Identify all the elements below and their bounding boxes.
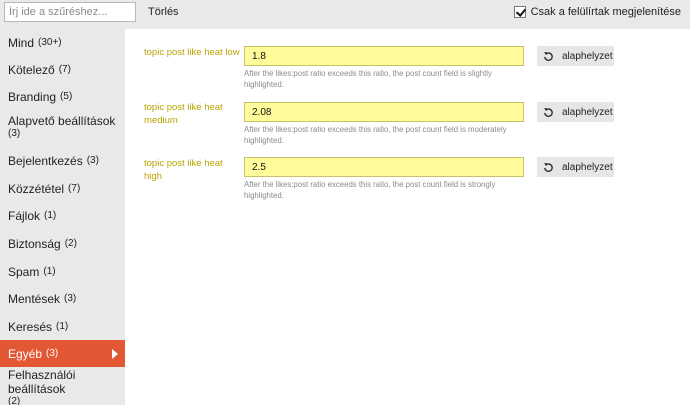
reset-label: alaphelyzet (562, 106, 613, 118)
sidebar-item-search[interactable]: Keresés (1) (0, 313, 125, 340)
undo-icon (544, 107, 553, 117)
only-overridden-label: Csak a felülírtak megjelenítése (530, 6, 681, 18)
sidebar-item-count: (7) (68, 183, 81, 194)
setting-value-input[interactable]: 2.5 (244, 157, 524, 177)
sidebar-item-spam[interactable]: Spam (1) (0, 258, 125, 285)
sidebar-item-all[interactable]: Mind (30+) (0, 29, 125, 56)
only-overridden-toggle[interactable]: Csak a felülírtak megjelenítése (513, 6, 681, 18)
sidebar-item-label: Biztonság (8, 236, 61, 251)
reset-label: alaphelyzet (562, 50, 613, 62)
sidebar-item-label: Kötelező (8, 62, 55, 77)
setting-description: After the likes:post ratio exceeds this … (244, 180, 496, 200)
only-overridden-checkbox[interactable] (513, 6, 526, 18)
sidebar-item-label: Keresés (8, 319, 53, 334)
sidebar-item-security[interactable]: Biztonság (2) (0, 230, 125, 257)
sidebar-item-user-preferences[interactable]: Felhasználói beállítások (2) (0, 368, 125, 405)
setting-value: 2.08 (252, 106, 272, 118)
sidebar-item-label: Bejelentkezés (8, 153, 83, 168)
sidebar-item-files[interactable]: Fájlok (1) (0, 202, 125, 229)
sidebar-item-other[interactable]: Egyéb (3) (0, 340, 125, 367)
setting-description: After the likes:post ratio exceeds this … (244, 69, 492, 89)
undo-icon (544, 51, 553, 61)
filter-input[interactable] (4, 2, 136, 22)
sidebar-item-backups[interactable]: Mentések (3) (0, 285, 125, 312)
sidebar-item-posting[interactable]: Közzététel (7) (0, 175, 125, 202)
sidebar-item-label: Fájlok (8, 208, 41, 223)
filter-bar: Törlés Csak a felülírtak megjelenítése (0, 0, 690, 29)
setting-value-input[interactable]: 1.8 (244, 46, 524, 66)
sidebar-item-label: Mentések (8, 291, 61, 306)
sidebar-item-count: (5) (60, 91, 73, 102)
sidebar-item-branding[interactable]: Branding (5) (0, 83, 125, 110)
sidebar-item-label: Közzététel (8, 181, 65, 196)
sidebar-item-count: (3) (46, 348, 59, 359)
category-sidebar: Mind (30+) Kötelező (7) Branding (5) Alapve… (0, 29, 125, 405)
clear-filter-button[interactable]: Törlés (148, 4, 179, 20)
sidebar-item-basic-setup[interactable]: Alapvető beállítások (3) (0, 111, 125, 141)
setting-description: After the likes:post ratio exceeds this … (244, 125, 507, 145)
sidebar-item-count: (7) (58, 64, 71, 75)
sidebar-item-count: (2) (64, 238, 77, 249)
setting-label: topic post like heat high (144, 158, 223, 182)
setting-value: 1.8 (252, 50, 266, 62)
sidebar-item-label: Felhasználói beállítások (8, 367, 76, 396)
reset-button[interactable]: alaphelyzet (537, 102, 614, 122)
sidebar-item-count: (3) (8, 127, 21, 139)
sidebar-item-count: (3) (86, 155, 99, 166)
reset-button[interactable]: alaphelyzet (537, 157, 614, 177)
sidebar-item-label: Branding (8, 89, 57, 104)
setting-value: 2.5 (252, 161, 266, 173)
sidebar-item-count: (30+) (38, 37, 62, 48)
setting-label: topic post like heat low (144, 47, 240, 58)
sidebar-item-login[interactable]: Bejelentkezés (3) (0, 147, 125, 174)
sidebar-item-count: (1) (56, 321, 69, 332)
sidebar-item-count: (1) (44, 210, 57, 221)
sidebar-item-label: Mind (8, 35, 35, 50)
setting-label: topic post like heat medium (144, 102, 223, 126)
setting-value-input[interactable]: 2.08 (244, 102, 524, 122)
sidebar-item-count: (1) (43, 266, 56, 277)
sidebar-item-label: Spam (8, 264, 40, 279)
undo-icon (544, 162, 553, 172)
reset-label: alaphelyzet (562, 161, 613, 173)
sidebar-item-label: Egyéb (8, 346, 43, 361)
reset-button[interactable]: alaphelyzet (537, 46, 614, 66)
caret-right-icon (112, 349, 118, 359)
sidebar-item-count: (3) (64, 293, 77, 304)
sidebar-item-count: (2) (8, 395, 21, 405)
sidebar-item-required[interactable]: Kötelező (7) (0, 56, 125, 83)
sidebar-item-label: Alapvető beállítások (8, 113, 116, 128)
